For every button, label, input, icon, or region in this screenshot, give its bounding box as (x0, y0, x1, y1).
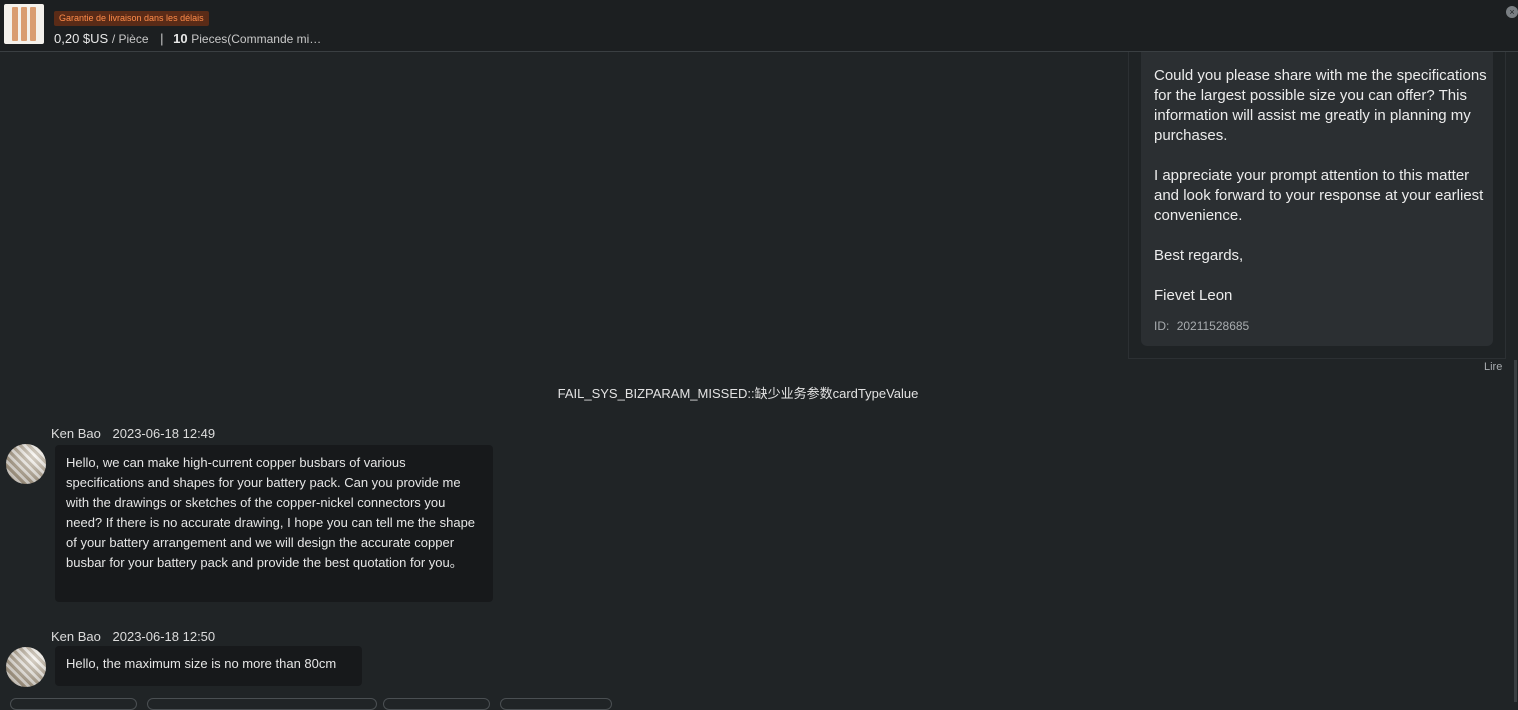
message-time: 2023-06-18 12:50 (112, 629, 216, 644)
close-icon[interactable]: × (1506, 6, 1518, 18)
buyer-id-label: ID: (1154, 319, 1170, 333)
incoming-message-bubble: Hello, the maximum size is no more than … (55, 646, 362, 686)
message-paragraph: I appreciate your prompt attention to th… (1154, 167, 1484, 224)
quick-reply-chip[interactable] (147, 698, 377, 710)
system-error-line: FAIL_SYS_BIZPARAM_MISSED::缺少业务参数cardType… (557, 386, 919, 401)
outgoing-message-text: Could you please share with me the speci… (1154, 66, 1489, 326)
read-status: Lire (1484, 361, 1503, 373)
message-time: 2023-06-18 12:49 (112, 426, 216, 441)
outgoing-message: Could you please share with me the speci… (1128, 52, 1506, 359)
avatar[interactable] (6, 444, 46, 484)
message-paragraph: Fievet Leon (1154, 287, 1233, 304)
incoming-message-bubble: Hello, we can make high-current copper b… (55, 445, 493, 602)
sender-name: Ken Bao (51, 426, 101, 441)
avatar[interactable] (6, 647, 46, 687)
min-quantity: 10 (173, 31, 188, 46)
message-paragraph: Best regards, (1154, 247, 1244, 264)
scrollbar[interactable] (1514, 360, 1517, 702)
quick-reply-chip[interactable] (10, 698, 137, 710)
separator: | (160, 31, 164, 46)
quick-reply-chip[interactable] (500, 698, 612, 710)
message-paragraph: Could you please share with me the speci… (1154, 67, 1487, 144)
product-thumbnail[interactable] (4, 4, 44, 44)
price: 0,20 $US (54, 31, 109, 46)
buyer-id-value: 20211528685 (1176, 319, 1250, 333)
message-meta: Ken Bao 2023-06-18 12:50 (51, 629, 215, 644)
price-line: 0,20 $US / Pièce | 10 Pieces(Commande mi… (54, 31, 321, 46)
quick-reply-chip[interactable] (383, 698, 490, 710)
product-header: Garantie de livraison dans les délais 0,… (0, 0, 1518, 52)
message-meta: Ken Bao 2023-06-18 12:49 (51, 426, 215, 441)
delivery-guarantee-badge: Garantie de livraison dans les délais (54, 11, 209, 26)
price-unit: / Pièce (111, 32, 149, 46)
pieces-label: Pieces(Commande mi… (191, 32, 322, 46)
outgoing-message-bubble: Could you please share with me the speci… (1141, 52, 1493, 346)
buyer-id: ID: 20211528685 (1154, 319, 1249, 333)
sender-name: Ken Bao (51, 629, 101, 644)
